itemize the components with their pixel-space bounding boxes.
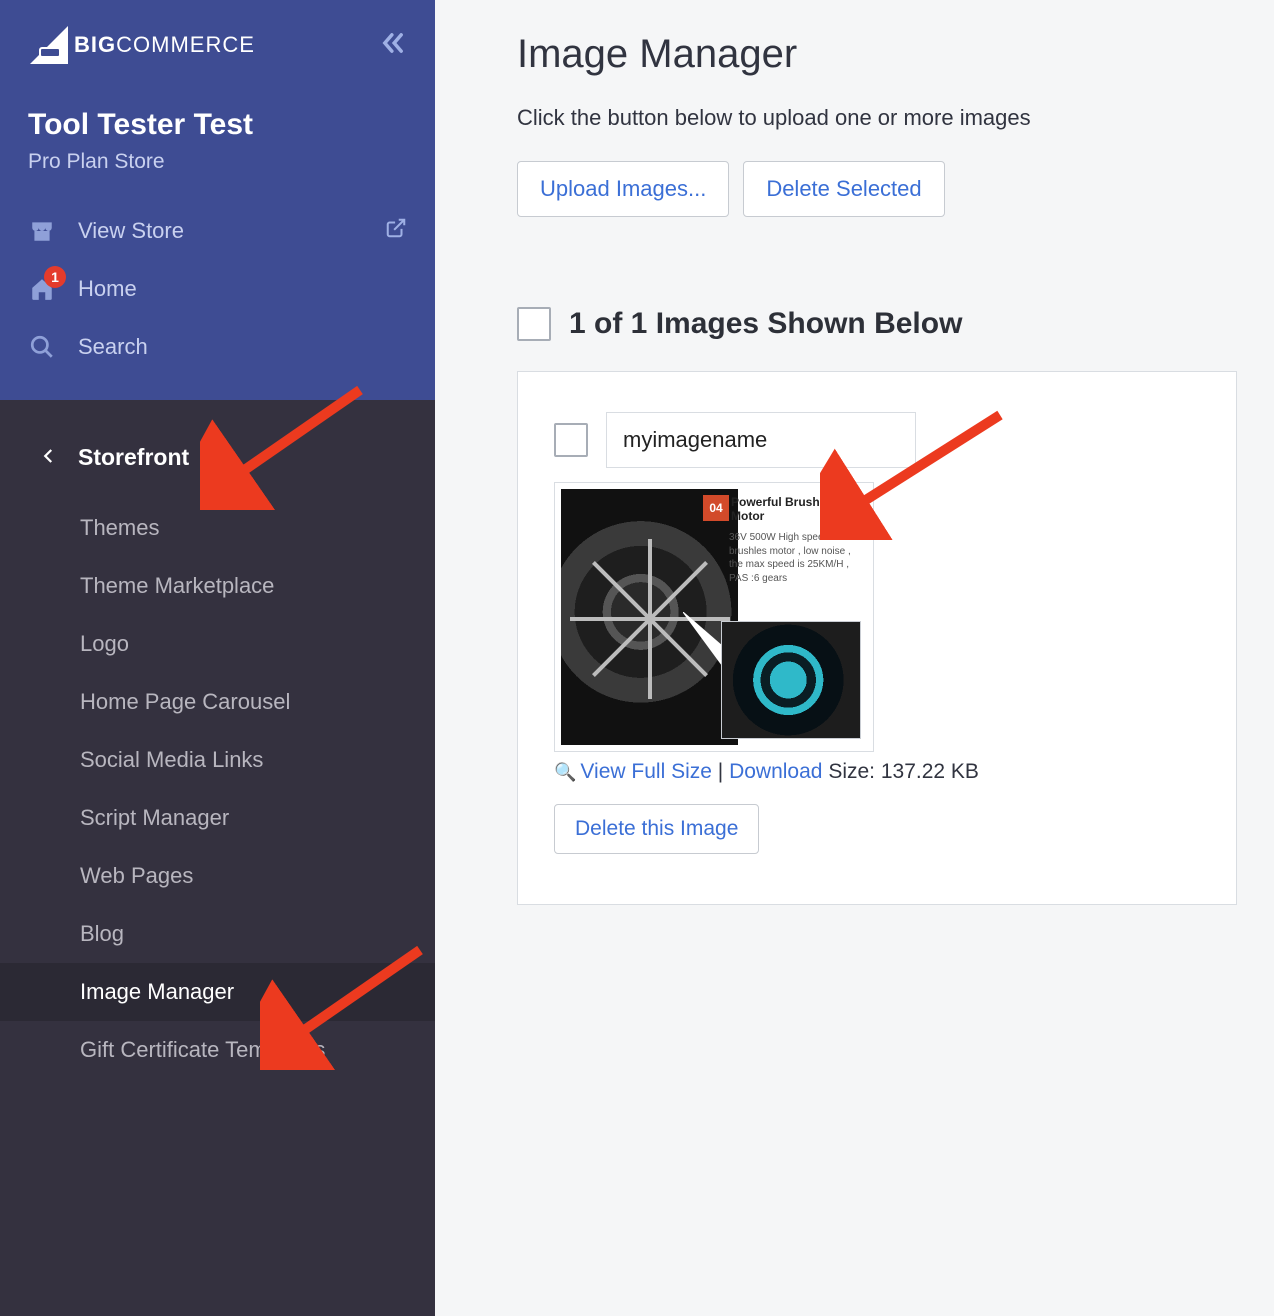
nav-view-store[interactable]: View Store [28,202,407,260]
thumbnail-inset [721,621,861,739]
sidebar: BIGCOMMERCE Tool Tester Test Pro Plan St… [0,0,435,1316]
collapse-sidebar-icon[interactable] [379,29,407,62]
card-top-row [554,412,1200,468]
size-value: 137.22 KB [881,760,979,783]
subnav-item-social-media-links[interactable]: Social Media Links [0,731,435,789]
sidebar-top: BIGCOMMERCE Tool Tester Test Pro Plan St… [0,0,435,400]
store-plan: Pro Plan Store [28,150,407,174]
subnav-item-image-manager[interactable]: Image Manager [0,963,435,1021]
delete-image-button[interactable]: Delete this Image [554,804,759,854]
image-name-input[interactable] [606,412,916,468]
main-content: Image Manager Click the button below to … [435,0,1274,1316]
external-link-icon [385,217,407,245]
subnav-item-theme-marketplace[interactable]: Theme Marketplace [0,557,435,615]
chevron-left-icon [40,444,58,471]
store-name: Tool Tester Test [28,108,407,142]
image-checkbox[interactable] [554,423,588,457]
subnav-list: ThemesTheme MarketplaceLogoHome Page Car… [0,499,435,1079]
nav-search[interactable]: Search [28,318,407,376]
delete-selected-button[interactable]: Delete Selected [743,161,944,217]
subnav-item-logo[interactable]: Logo [0,615,435,673]
callout-number: 04 [703,495,729,521]
nav-home-label: Home [78,276,137,302]
nav-view-store-label: View Store [78,218,184,244]
page-title: Image Manager [517,32,1274,77]
view-full-size-link[interactable]: View Full Size [580,760,712,783]
callout-body: 36V 500W High speed brushles motor , low… [729,531,859,585]
upload-images-button[interactable]: Upload Images... [517,161,729,217]
select-all-checkbox[interactable] [517,307,551,341]
zoom-icon: 🔍 [554,762,576,782]
subnav-item-home-page-carousel[interactable]: Home Page Carousel [0,673,435,731]
download-link[interactable]: Download [729,760,822,783]
page-description: Click the button below to upload one or … [517,105,1274,131]
nav-home[interactable]: 1 Home [28,260,407,318]
subnav-item-themes[interactable]: Themes [0,499,435,557]
images-heading: 1 of 1 Images Shown Below [569,307,962,341]
action-button-row: Upload Images... Delete Selected [517,161,1274,217]
subnav-item-web-pages[interactable]: Web Pages [0,847,435,905]
image-meta-row: 🔍View Full Size | Download Size: 137.22 … [554,760,1200,784]
images-heading-row: 1 of 1 Images Shown Below [517,307,1274,341]
subnav-item-script-manager[interactable]: Script Manager [0,789,435,847]
callout-title: Powerful Brushless Motor [731,495,859,523]
home-badge: 1 [44,266,66,288]
section-title: Storefront [78,444,189,471]
logo-mark-icon [28,24,70,66]
image-card: 04 Powerful Brushless Motor 36V 500W Hig… [517,371,1237,905]
size-label: Size: [828,760,875,783]
sidebar-subsection: Storefront ThemesTheme MarketplaceLogoHo… [0,400,435,1316]
nav-search-label: Search [78,334,148,360]
subnav-item-gift-certificate-templates[interactable]: Gift Certificate Templates [0,1021,435,1079]
search-icon [28,334,56,360]
image-thumbnail[interactable]: 04 Powerful Brushless Motor 36V 500W Hig… [554,482,874,752]
brand-text: BIGCOMMERCE [74,32,255,58]
section-header-storefront[interactable]: Storefront [0,428,435,499]
storefront-icon [28,218,56,244]
logo-row: BIGCOMMERCE [28,24,407,66]
subnav-item-blog[interactable]: Blog [0,905,435,963]
brand-logo[interactable]: BIGCOMMERCE [28,24,255,66]
thumbnail-graphic: 04 Powerful Brushless Motor 36V 500W Hig… [561,489,867,745]
